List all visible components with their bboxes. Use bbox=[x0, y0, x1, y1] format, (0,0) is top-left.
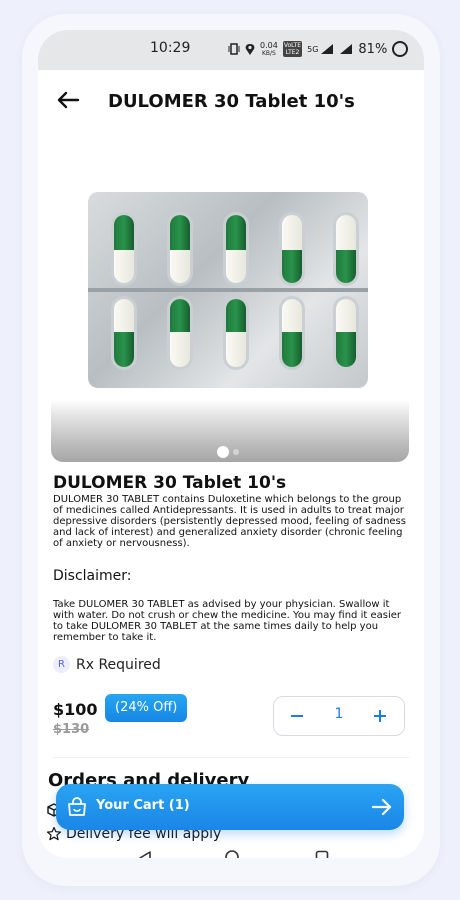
system-navigation-bar bbox=[38, 846, 424, 858]
minus-icon bbox=[291, 715, 303, 717]
rx-icon: R bbox=[53, 656, 70, 673]
battery-text: 81% bbox=[358, 41, 388, 57]
quantity-stepper: 1 bbox=[273, 696, 405, 736]
network-top: VoLTE bbox=[283, 42, 302, 49]
increase-quantity-button[interactable] bbox=[367, 703, 393, 729]
app-screen: 10:29 0.04 KB/S VoLTE LTE2 5G 81% DULOMER … bbox=[38, 30, 424, 858]
product-image-carousel[interactable] bbox=[51, 150, 409, 462]
status-time: 10:29 bbox=[150, 40, 191, 56]
nav-home-icon[interactable] bbox=[225, 850, 239, 858]
nav-recent-icon[interactable] bbox=[315, 850, 329, 858]
nav-back-icon[interactable] bbox=[138, 850, 152, 858]
disclaimer-heading: Disclaimer: bbox=[53, 568, 132, 584]
signal-label: 5G bbox=[307, 44, 319, 54]
quantity-value: 1 bbox=[334, 706, 344, 722]
network-bottom: LTE2 bbox=[285, 49, 300, 56]
capsule-row-top bbox=[111, 212, 359, 286]
speed-readout: 0.04 KB/S bbox=[260, 40, 278, 57]
status-bar: 10:29 0.04 KB/S VoLTE LTE2 5G 81% bbox=[38, 30, 424, 70]
vibrate-icon bbox=[228, 43, 240, 55]
product-name: DULOMER 30 Tablet 10's bbox=[53, 473, 287, 493]
product-image bbox=[88, 192, 368, 388]
signal-icon bbox=[321, 44, 334, 54]
shopping-bag-icon bbox=[68, 797, 86, 816]
carousel-indicator bbox=[217, 446, 239, 458]
signal-icon-2 bbox=[340, 44, 353, 54]
decrease-quantity-button[interactable] bbox=[284, 703, 310, 729]
product-description: DULOMER 30 TABLET contains Duloxetine wh… bbox=[53, 494, 406, 549]
disclaimer-text: Take DULOMER 30 TABLET as advised by you… bbox=[53, 599, 401, 643]
speed-unit: KB/S bbox=[261, 49, 276, 57]
location-icon bbox=[245, 43, 255, 55]
top-app-bar: DULOMER 30 Tablet 10's bbox=[38, 70, 424, 130]
phone-frame: 10:29 0.04 KB/S VoLTE LTE2 5G 81% DULOMER … bbox=[22, 14, 440, 886]
plus-icon bbox=[374, 710, 386, 722]
capsule-row-bottom bbox=[111, 296, 359, 370]
network-type: VoLTE LTE2 bbox=[282, 41, 303, 57]
speed-value: 0.04 bbox=[260, 40, 278, 50]
capsule-blister-illustration bbox=[88, 212, 368, 370]
discount-badge: (24% Off) bbox=[105, 694, 188, 722]
battery-icon bbox=[392, 41, 409, 57]
back-arrow-icon[interactable] bbox=[54, 86, 82, 114]
star-icon bbox=[46, 826, 62, 841]
carousel-dot-active[interactable] bbox=[217, 446, 229, 458]
arrow-right-icon bbox=[371, 798, 392, 816]
your-cart-button[interactable]: Your Cart (1) bbox=[56, 784, 404, 830]
rx-required-row: R Rx Required bbox=[53, 656, 161, 673]
page-title: DULOMER 30 Tablet 10's bbox=[108, 91, 355, 112]
section-divider bbox=[53, 757, 409, 758]
carousel-dot[interactable] bbox=[233, 449, 239, 455]
status-icons: 0.04 KB/S VoLTE LTE2 5G 81% bbox=[228, 39, 409, 59]
rx-required-label: Rx Required bbox=[76, 656, 161, 673]
price: $100 bbox=[53, 700, 98, 719]
cart-label: Your Cart (1) bbox=[96, 798, 190, 813]
original-price: $130 bbox=[53, 722, 90, 737]
